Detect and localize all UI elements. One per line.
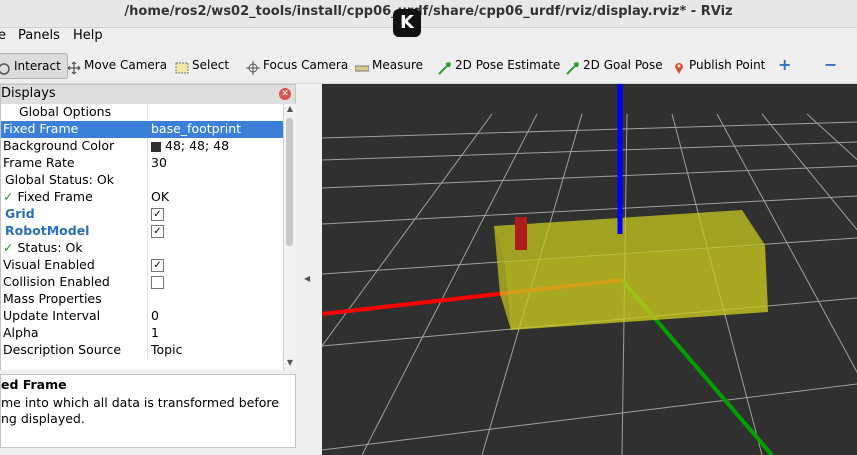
tree-row-robot-status[interactable]: ✓ Status: Ok (1, 240, 284, 257)
collision-enabled-checkbox[interactable] (151, 276, 164, 289)
menu-panels[interactable]: Panels (18, 28, 60, 43)
alpha-value[interactable]: 1 (151, 325, 159, 340)
scrollbar-thumb[interactable] (286, 118, 293, 246)
displays-panel-title: Displays (1, 86, 56, 101)
render-viewport[interactable] (322, 84, 857, 455)
scroll-down-icon[interactable]: ▼ (285, 358, 295, 367)
update-interval-value[interactable]: 0 (151, 308, 159, 323)
displays-scrollbar[interactable]: ▲ ▼ (283, 104, 296, 370)
status-ok-check-icon: ✓ (3, 240, 14, 255)
tree-row-global-options[interactable]: Global Options (1, 104, 284, 121)
grid-line (806, 113, 857, 161)
measure-label: Measure (372, 58, 423, 72)
grid-line (322, 121, 857, 139)
robotmodel-enabled-checkbox[interactable]: ✓ (151, 225, 164, 238)
close-icon[interactable]: ✕ (279, 88, 291, 100)
tree-row-global-status[interactable]: Global Status: Ok (1, 172, 284, 189)
color-swatch[interactable] (151, 141, 161, 152)
background-color-value[interactable]: 48; 48; 48 (165, 138, 229, 153)
goal-pose-arrow-icon (566, 59, 580, 75)
tree-row-fixed-frame-status[interactable]: ✓ Fixed Frame OK (1, 189, 284, 206)
scene-svg (322, 84, 857, 455)
fixed-frame-value[interactable]: base_footprint (151, 121, 241, 136)
move-camera-icon (67, 59, 81, 74)
displays-panel-header: Displays ✕ (0, 84, 296, 105)
interact-label: Interact (14, 59, 61, 73)
panel-splitter[interactable]: ◀ (298, 84, 322, 455)
frame-rate-value[interactable]: 30 (151, 155, 167, 170)
move-camera-label: Move Camera (84, 58, 168, 72)
pose-estimate-label: 2D Pose Estimate (455, 58, 561, 72)
select-label: Select (192, 58, 230, 72)
property-description: ed Frame me into which all data is trans… (0, 374, 296, 448)
pose-estimate-button[interactable]: 2D Pose Estimate (438, 53, 560, 77)
tree-row-description-source[interactable]: Description Source Topic (1, 342, 284, 359)
grid-line (322, 141, 857, 161)
select-tool-button[interactable]: Select (175, 53, 229, 77)
grid-line (322, 195, 857, 225)
grid-line (322, 113, 493, 347)
tree-row-frame-rate[interactable]: Frame Rate 30 (1, 155, 284, 172)
select-icon (175, 59, 189, 73)
window-title: /home/ros2/ws02_tools/install/cpp06_urdf… (124, 4, 733, 19)
publish-point-label: Publish Point (689, 58, 766, 72)
focus-camera-icon (246, 59, 260, 75)
grid-line (322, 165, 857, 189)
visual-enabled-checkbox[interactable]: ✓ (151, 259, 164, 272)
tree-row-mass-properties[interactable]: Mass Properties (1, 291, 284, 308)
tree-row-robotmodel[interactable]: RobotModel ✓ (1, 223, 284, 240)
fixed-frame-status-value: OK (151, 189, 170, 204)
menu-help[interactable]: Help (73, 28, 103, 43)
scroll-up-icon[interactable]: ▲ (285, 104, 295, 113)
description-source-value[interactable]: Topic (151, 342, 182, 357)
grid-line (322, 383, 857, 451)
menu-bar: e Panels Help (0, 27, 857, 47)
robot-base (494, 210, 768, 330)
pose-estimate-arrow-icon (438, 59, 452, 75)
description-title: ed Frame (1, 377, 67, 392)
displays-tree: Global Options Fixed Frame base_footprin… (0, 104, 284, 370)
goal-pose-button[interactable]: 2D Goal Pose (566, 53, 663, 77)
tree-row-fixed-frame[interactable]: Fixed Frame base_footprint (1, 121, 284, 138)
measure-icon (354, 59, 370, 73)
tree-row-visual-enabled[interactable]: Visual Enabled ✓ (1, 257, 284, 274)
toolbar: Interact Move Camera Select Focus Camera… (0, 47, 857, 84)
interact-tool-button[interactable]: Interact (0, 53, 68, 79)
measure-button[interactable]: Measure (354, 53, 423, 77)
tree-row-update-interval[interactable]: Update Interval 0 (1, 308, 284, 325)
add-tool-button[interactable]: + (778, 53, 791, 77)
focus-camera-button[interactable]: Focus Camera (246, 53, 348, 77)
status-ok-check-icon: ✓ (3, 189, 14, 204)
publish-point-button[interactable]: Publish Point (672, 53, 765, 77)
tree-row-background-color[interactable]: Background Color 48; 48; 48 (1, 138, 284, 155)
description-text: me into which all data is transformed be… (1, 395, 279, 426)
map-pin-icon (672, 59, 686, 74)
move-camera-button[interactable]: Move Camera (67, 53, 167, 77)
remove-tool-button[interactable]: − (824, 53, 837, 77)
displays-panel: Displays ✕ Global Options Fixed Frame ba… (0, 84, 296, 455)
menu-file[interactable]: e (0, 28, 6, 43)
goal-pose-label: 2D Goal Pose (583, 58, 663, 72)
title-bar: /home/ros2/ws02_tools/install/cpp06_urdf… (0, 0, 857, 37)
focus-camera-label: Focus Camera (263, 58, 349, 72)
grid-enabled-checkbox[interactable]: ✓ (151, 208, 164, 221)
robot-link (515, 217, 527, 250)
tree-row-collision-enabled[interactable]: Collision Enabled (1, 274, 284, 291)
tree-row-grid[interactable]: Grid ✓ (1, 206, 284, 223)
interact-icon (0, 60, 11, 75)
tree-row-alpha[interactable]: Alpha 1 (1, 325, 284, 342)
collapse-left-icon[interactable]: ◀ (304, 274, 310, 283)
